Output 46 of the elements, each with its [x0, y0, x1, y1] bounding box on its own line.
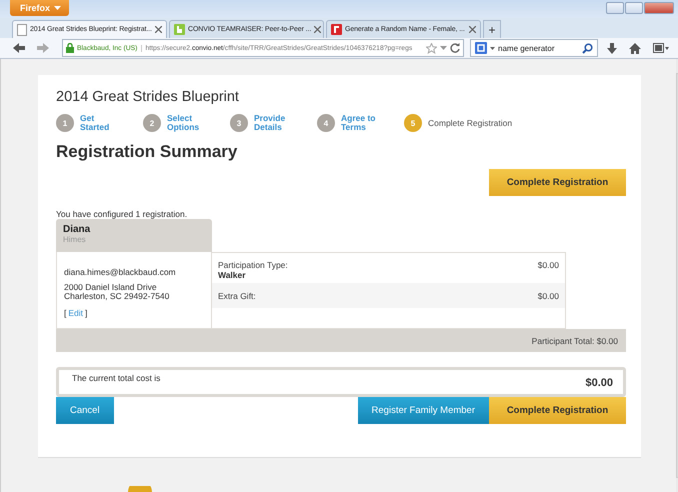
complete-registration-button[interactable]: Complete Registration — [489, 397, 626, 424]
address-text: 2000 Daniel Island Drive Charleston, SC 29492-7540 — [64, 283, 170, 301]
item-amount: $0.00 — [538, 260, 559, 272]
item-value: Walker — [218, 270, 247, 280]
page-title: 2014 Great Strides Blueprint — [56, 89, 240, 105]
step-number: 4 — [317, 114, 335, 132]
star-icon — [426, 42, 437, 54]
email-text: diana.himes@blackbaud.com — [64, 267, 177, 277]
total-amount: $0.00 — [585, 377, 613, 389]
lock-icon — [66, 43, 74, 53]
maximize-button[interactable] — [625, 2, 643, 14]
search-icon — [582, 42, 593, 54]
search-field[interactable]: name generator — [470, 39, 598, 57]
last-name: Himes — [63, 235, 87, 244]
download-icon — [604, 42, 620, 54]
bookmarks-icon — [650, 42, 672, 54]
close-icon — [469, 26, 476, 33]
total-label: The current total cost is — [72, 373, 160, 383]
step-link[interactable]: Complete Registration — [428, 118, 512, 128]
item-label: Participation Type: — [218, 260, 288, 270]
reload-icon — [450, 43, 460, 53]
search-engine-icon — [475, 42, 487, 54]
item-label: Extra Gift: — [218, 290, 256, 300]
minimize-button[interactable] — [606, 2, 624, 14]
dropdown-icon — [490, 46, 495, 50]
dropdown-icon — [440, 46, 447, 50]
step-number: 1 — [56, 114, 74, 132]
bracket-text: ] — [85, 308, 88, 318]
site-icon — [174, 24, 185, 35]
caret-icon — [54, 6, 62, 10]
first-name: Diana — [63, 224, 92, 235]
step-number: 5 — [404, 114, 422, 132]
bracket-text: [ — [64, 308, 66, 318]
page-icon — [17, 24, 27, 36]
step-number: 2 — [143, 114, 161, 132]
close-button[interactable] — [644, 2, 674, 14]
close-icon — [314, 26, 322, 33]
item-amount: $0.00 — [538, 290, 559, 300]
site-icon — [331, 24, 342, 35]
section-heading: Registration Summary — [56, 142, 238, 162]
step-number: 3 — [230, 114, 248, 132]
complete-registration-button[interactable]: Complete Registration — [489, 169, 626, 196]
configured-text: You have configured 1 registration. — [56, 209, 188, 219]
participant-total: Participant Total: $0.00 — [532, 336, 618, 346]
new-tab-button[interactable]: + — [483, 20, 501, 38]
close-icon — [155, 26, 162, 33]
